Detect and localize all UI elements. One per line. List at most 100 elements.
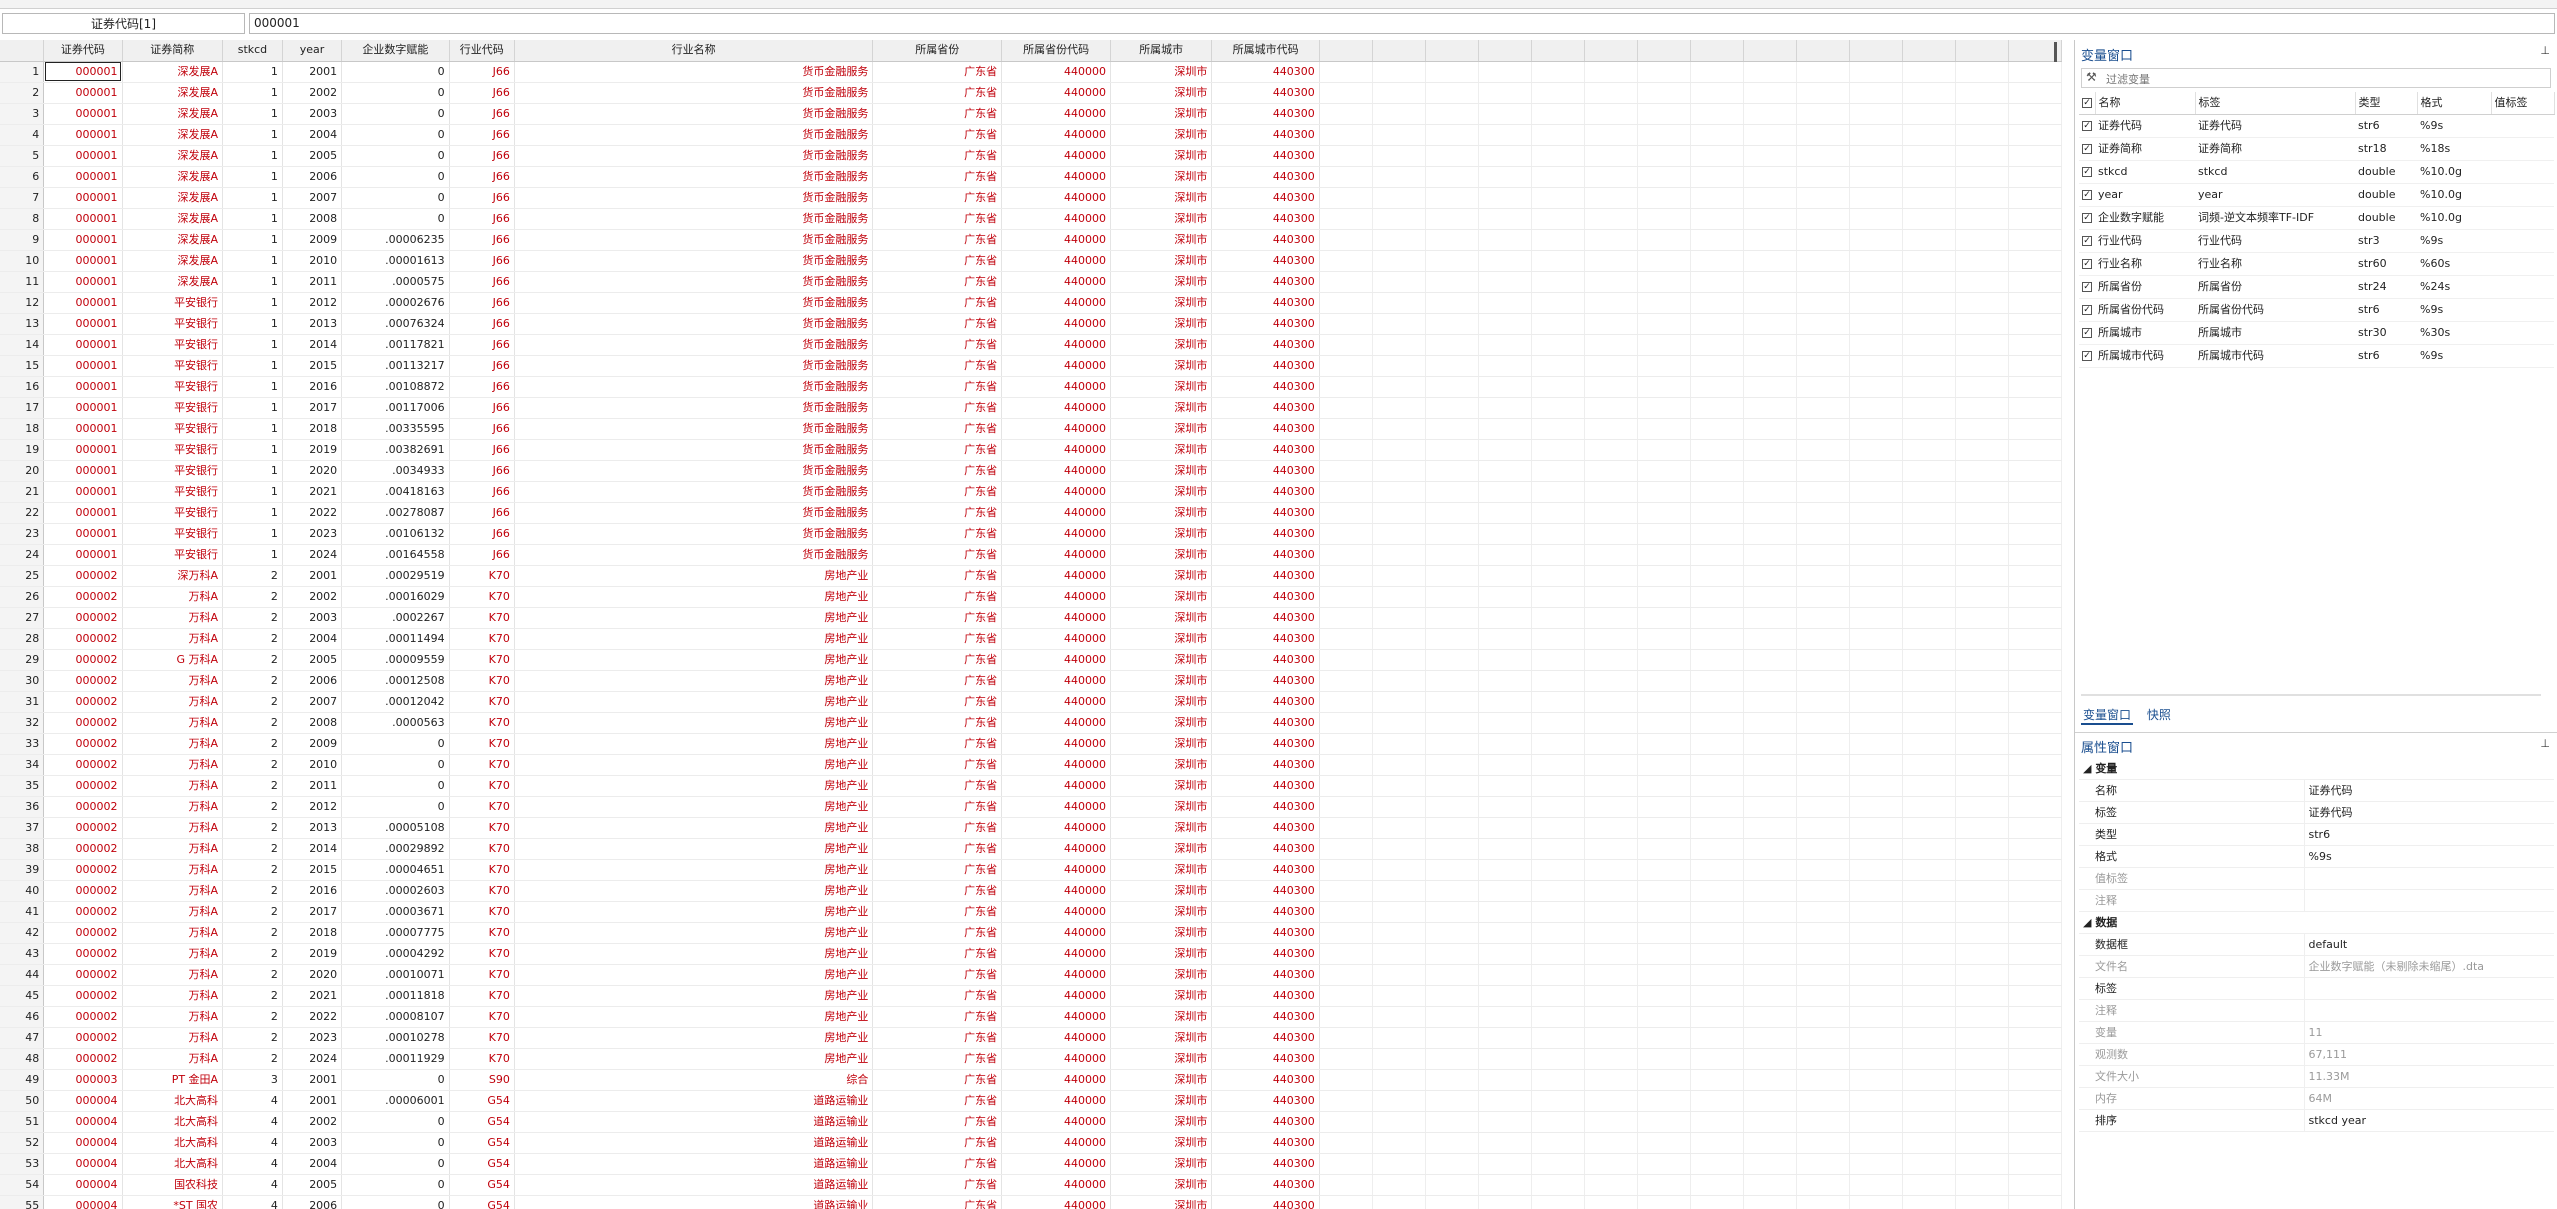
data-cell[interactable]: 深圳市 <box>1110 208 1213 230</box>
data-cell[interactable]: 国农科技 <box>122 1174 224 1196</box>
data-cell[interactable]: 1 <box>222 481 283 503</box>
data-cell[interactable]: 1 <box>222 355 283 377</box>
data-cell[interactable]: 440300 <box>1211 292 1320 314</box>
data-cell[interactable]: 1 <box>222 187 283 209</box>
data-cell[interactable]: 房地产业 <box>514 817 874 839</box>
data-cell[interactable]: J66 <box>449 355 515 377</box>
data-cell[interactable]: 000001 <box>43 502 123 524</box>
data-cell[interactable]: 0 <box>341 796 450 818</box>
data-cell[interactable]: 广东省 <box>872 397 1003 419</box>
data-cell[interactable]: .00010278 <box>341 1027 450 1049</box>
data-cell[interactable]: 货币金融服务 <box>514 82 874 104</box>
data-cell[interactable]: 广东省 <box>872 355 1003 377</box>
data-cell[interactable]: .00005108 <box>341 817 450 839</box>
data-cell[interactable]: 深圳市 <box>1110 82 1213 104</box>
pin-icon[interactable]: ⊥ <box>2540 44 2550 57</box>
data-cell[interactable]: 440000 <box>1001 733 1112 755</box>
variable-row[interactable]: ✓ 证券简称 证券简称 str18 %18s <box>2079 137 2554 161</box>
row-number[interactable]: 16 <box>0 376 45 398</box>
variable-checkbox[interactable]: ✓ <box>2079 275 2095 299</box>
data-cell[interactable]: 综合 <box>514 1069 874 1091</box>
data-cell[interactable]: K70 <box>449 796 515 818</box>
row-number[interactable]: 31 <box>0 691 45 713</box>
property-value[interactable]: stkcd year <box>2304 1109 2554 1132</box>
property-value[interactable]: 67,111 <box>2304 1043 2554 1066</box>
data-cell[interactable]: 440300 <box>1211 817 1320 839</box>
data-cell[interactable]: 440300 <box>1211 880 1320 902</box>
data-cell[interactable]: 房地产业 <box>514 880 874 902</box>
row-number[interactable]: 35 <box>0 775 45 797</box>
data-cell[interactable]: 2016 <box>282 880 343 902</box>
data-cell[interactable]: 房地产业 <box>514 1027 874 1049</box>
data-cell[interactable]: 000001 <box>43 376 123 398</box>
data-cell[interactable]: 440300 <box>1211 187 1320 209</box>
data-cell[interactable]: .00113217 <box>341 355 450 377</box>
data-cell[interactable]: 广东省 <box>872 313 1003 335</box>
data-cell[interactable]: 440000 <box>1001 103 1112 125</box>
data-cell[interactable]: 深发展A <box>122 229 224 251</box>
data-cell[interactable]: G54 <box>449 1174 515 1196</box>
row-number[interactable]: 10 <box>0 250 45 272</box>
data-cell[interactable]: K70 <box>449 943 515 965</box>
data-cell[interactable]: 440300 <box>1211 1195 1320 1209</box>
data-cell[interactable]: 深圳市 <box>1110 250 1213 272</box>
data-cell[interactable]: 440000 <box>1001 565 1112 587</box>
variable-checkbox[interactable]: ✓ <box>2079 137 2095 161</box>
data-cell[interactable]: 深圳市 <box>1110 880 1213 902</box>
data-cell[interactable]: 4 <box>222 1111 283 1133</box>
data-cell[interactable]: 平安银行 <box>122 397 224 419</box>
data-cell[interactable]: 000001 <box>43 208 123 230</box>
data-cell[interactable]: 2015 <box>282 859 343 881</box>
data-cell[interactable]: PT 金田A <box>122 1069 224 1091</box>
data-cell[interactable]: 440300 <box>1211 439 1320 461</box>
data-cell[interactable]: 000004 <box>43 1195 123 1209</box>
data-cell[interactable]: 万科A <box>122 985 224 1007</box>
data-cell[interactable]: 货币金融服务 <box>514 523 874 545</box>
data-cell[interactable]: 440300 <box>1211 796 1320 818</box>
data-cell[interactable]: .00108872 <box>341 376 450 398</box>
data-cell[interactable]: 2 <box>222 922 283 944</box>
data-cell[interactable]: .00418163 <box>341 481 450 503</box>
property-value[interactable]: 企业数字赋能（未剔除未缩尾）.dta <box>2304 955 2554 978</box>
data-cell[interactable]: 2020 <box>282 964 343 986</box>
checkbox-icon[interactable]: ✓ <box>2082 328 2092 338</box>
data-cell[interactable]: 广东省 <box>872 103 1003 125</box>
data-cell[interactable]: 000002 <box>43 586 123 608</box>
variable-row[interactable]: ✓ 所属省份 所属省份 str24 %24s <box>2079 275 2554 299</box>
checkbox-icon[interactable]: ✓ <box>2082 305 2092 315</box>
data-cell[interactable]: 440300 <box>1211 943 1320 965</box>
data-cell[interactable]: 440000 <box>1001 439 1112 461</box>
data-cell[interactable]: .00164558 <box>341 544 450 566</box>
data-cell[interactable]: 2005 <box>282 649 343 671</box>
property-row[interactable]: 格式 %9s <box>2079 845 2554 868</box>
data-cell[interactable]: 000002 <box>43 985 123 1007</box>
data-cell[interactable]: 深圳市 <box>1110 397 1213 419</box>
data-cell[interactable]: 万科A <box>122 754 224 776</box>
data-cell[interactable]: 440000 <box>1001 1048 1112 1070</box>
data-cell[interactable]: J66 <box>449 271 515 293</box>
data-cell[interactable]: .00012042 <box>341 691 450 713</box>
data-cell[interactable]: 440000 <box>1001 397 1112 419</box>
data-cell[interactable]: 440300 <box>1211 1069 1320 1091</box>
data-cell[interactable]: 2019 <box>282 439 343 461</box>
row-number[interactable]: 34 <box>0 754 45 776</box>
data-cell[interactable]: .00006001 <box>341 1090 450 1112</box>
data-cell[interactable]: 2023 <box>282 523 343 545</box>
property-row[interactable]: 内存 64M <box>2079 1087 2554 1110</box>
row-number[interactable]: 47 <box>0 1027 45 1049</box>
data-cell[interactable]: K70 <box>449 838 515 860</box>
data-cell[interactable]: 深圳市 <box>1110 817 1213 839</box>
data-cell[interactable]: 深圳市 <box>1110 313 1213 335</box>
data-cell[interactable]: 货币金融服务 <box>514 229 874 251</box>
data-cell[interactable]: 000002 <box>43 922 123 944</box>
data-cell[interactable]: 万科A <box>122 670 224 692</box>
data-cell[interactable]: 深圳市 <box>1110 964 1213 986</box>
row-number[interactable]: 13 <box>0 313 45 335</box>
data-cell[interactable]: 4 <box>222 1090 283 1112</box>
data-cell[interactable]: J66 <box>449 166 515 188</box>
data-grid[interactable]: 证券代码 证券简称 stkcd year 企业数字赋能 行业代码 行业名称 所属省份 所属省份代… <box>0 40 2062 1209</box>
data-cell[interactable]: 000004 <box>43 1111 123 1133</box>
cell-value-field[interactable]: 000001 <box>249 13 2555 34</box>
data-cell[interactable]: 深发展A <box>122 166 224 188</box>
data-cell[interactable]: 000004 <box>43 1132 123 1154</box>
